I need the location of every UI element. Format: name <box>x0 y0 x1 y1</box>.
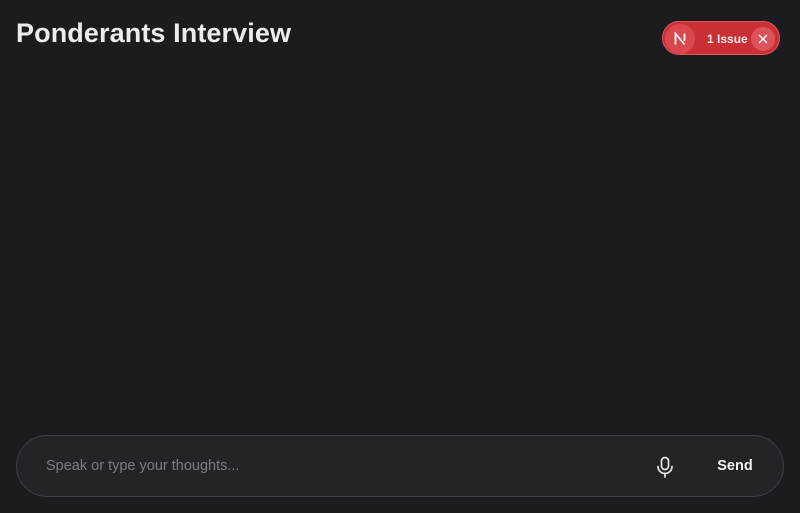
page-title: Ponderants Interview <box>16 18 292 48</box>
nextjs-n-icon[interactable] <box>665 24 695 54</box>
message-input[interactable] <box>45 446 626 486</box>
app-root: Ponderants Interview 1 Issue Send <box>0 0 800 513</box>
message-composer: Send <box>16 435 784 497</box>
issues-indicator[interactable]: 1 Issue <box>662 21 780 55</box>
issue-count-label[interactable]: 1 Issue <box>707 22 748 56</box>
microphone-icon[interactable] <box>651 453 679 481</box>
close-icon[interactable] <box>751 27 775 51</box>
send-button[interactable]: Send <box>703 448 767 484</box>
